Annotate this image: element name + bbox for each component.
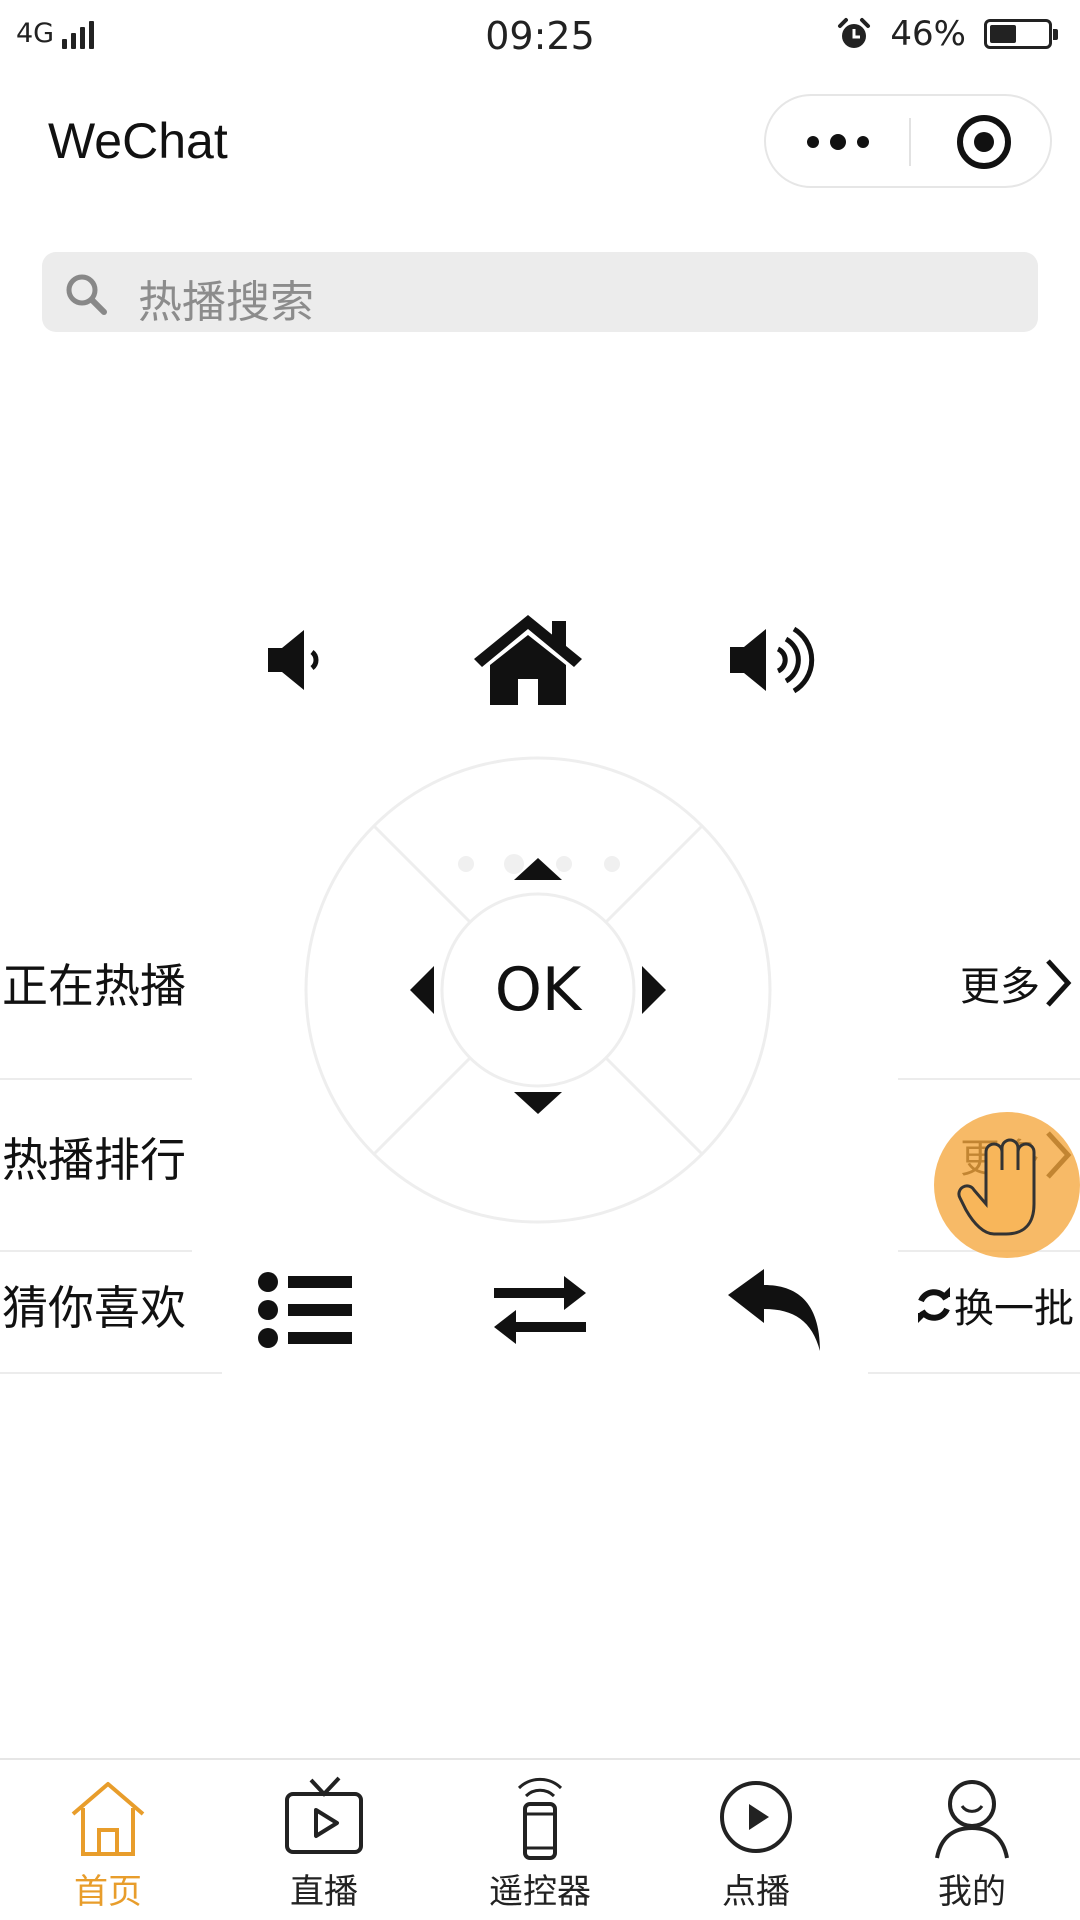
- switch-icon: [494, 1276, 586, 1344]
- tab-remote[interactable]: 遥控器: [432, 1760, 648, 1920]
- hand-pointer-icon: [957, 1138, 1036, 1236]
- dpad-ring: [304, 756, 772, 1224]
- row-divider: [0, 1078, 192, 1080]
- volume-up-icon: [730, 626, 815, 694]
- volume-down-button[interactable]: [250, 612, 340, 708]
- refresh-label: 换一批: [954, 1286, 1074, 1332]
- touch-indicator: [934, 1112, 1080, 1258]
- menu-button[interactable]: [254, 1268, 358, 1352]
- row-divider: [898, 1078, 1080, 1080]
- battery-icon: [984, 19, 1058, 49]
- user-icon: [935, 1780, 1009, 1859]
- tab-label: 遥控器: [489, 1872, 591, 1912]
- play-circle-icon: [720, 1781, 792, 1853]
- tab-home[interactable]: 首页: [0, 1760, 216, 1920]
- tab-label: 点播: [722, 1872, 790, 1912]
- more-link-now-playing[interactable]: 更多: [960, 954, 1074, 1012]
- home-icon: [474, 615, 582, 705]
- directional-pad: OK: [302, 754, 774, 1226]
- target-icon: [957, 115, 1011, 169]
- tab-live[interactable]: 直播: [216, 1760, 432, 1920]
- more-label: 更多: [960, 964, 1040, 1010]
- menu-list-icon: [258, 1272, 352, 1348]
- refresh-icon: [918, 1287, 950, 1323]
- tab-vod[interactable]: 点播: [648, 1760, 864, 1920]
- tv-icon: [285, 1776, 363, 1854]
- home-icon: [71, 1782, 145, 1856]
- remote-control-icon: [517, 1777, 563, 1860]
- more-options-button[interactable]: [766, 96, 909, 186]
- bottom-tab-bar: 首页 直播 遥控器 点播 我的: [0, 1758, 1080, 1920]
- back-icon: [728, 1269, 820, 1351]
- more-dots-icon: [807, 134, 869, 150]
- tab-label: 我的: [938, 1872, 1006, 1912]
- system-status: 46%: [836, 14, 1058, 54]
- alarm-icon: [838, 18, 871, 48]
- close-mini-program-button[interactable]: [911, 96, 1052, 186]
- volume-down-icon: [268, 630, 319, 690]
- tab-mine[interactable]: 我的: [864, 1760, 1080, 1920]
- row-divider: [868, 1372, 1080, 1374]
- home-button[interactable]: [470, 608, 586, 710]
- status-bar: 4G 09:25 46%: [0, 0, 1080, 72]
- switch-button[interactable]: [488, 1268, 592, 1352]
- tab-label: 首页: [74, 1872, 142, 1912]
- section-title-ranking: 热播排行: [2, 1133, 186, 1187]
- row-divider: [0, 1372, 222, 1374]
- search-placeholder: 热播搜索: [138, 277, 314, 328]
- page-title: WeChat: [48, 113, 228, 169]
- tab-label: 直播: [290, 1872, 358, 1912]
- row-divider: [0, 1250, 192, 1252]
- refresh-link-recommended[interactable]: 换一批: [914, 1276, 1074, 1334]
- volume-up-button[interactable]: [724, 612, 824, 708]
- section-title-now-playing: 正在热播: [2, 959, 186, 1013]
- battery-fill: [990, 25, 1016, 43]
- mini-program-capsule: [764, 94, 1052, 188]
- search-icon: [66, 274, 107, 315]
- mini-program-page: 4G 09:25 46% WeChat 热播搜索 正在热播 更多 热播排行 猜你…: [0, 0, 1080, 1920]
- search-bar[interactable]: 热播搜索: [42, 252, 1038, 332]
- back-button[interactable]: [722, 1262, 826, 1358]
- battery-percent: 46%: [890, 14, 966, 54]
- chevron-right-icon: [1046, 959, 1072, 1007]
- section-title-recommended: 猜你喜欢: [2, 1281, 186, 1335]
